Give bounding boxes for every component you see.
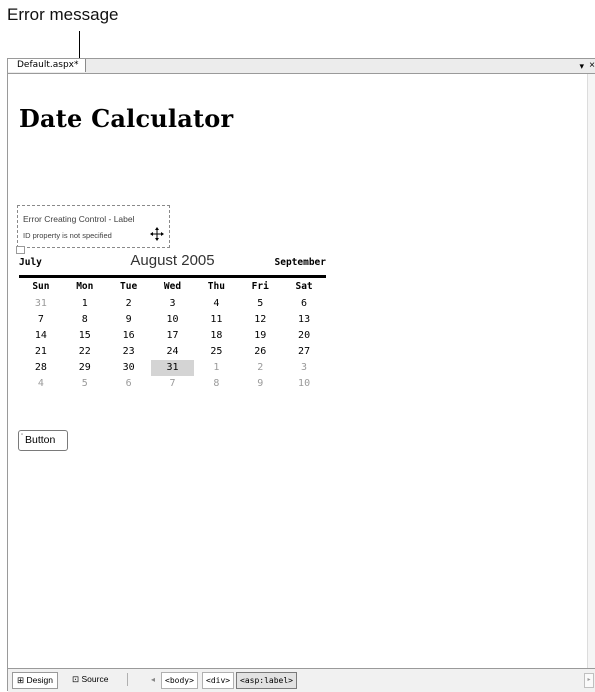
- calendar-day-cell[interactable]: 26: [238, 344, 282, 360]
- error-message-detail: ID property is not specified: [23, 231, 112, 240]
- calendar-day-names: Sun Mon Tue Wed Thu Fri Sat: [19, 278, 326, 296]
- design-surface: Date Calculator Error Creating Control -…: [9, 74, 587, 668]
- calendar-header: July August 2005 September: [19, 251, 326, 275]
- calendar-day-cell[interactable]: 15: [63, 328, 107, 344]
- button-control[interactable]: ▫ Button: [18, 430, 68, 451]
- calendar-day-cell[interactable]: 31: [150, 360, 195, 376]
- calendar-day-cell[interactable]: 31: [19, 296, 63, 312]
- calendar-day-cell[interactable]: 3: [151, 296, 195, 312]
- calendar-day-cell[interactable]: 14: [19, 328, 63, 344]
- calendar-day-name: Sun: [32, 281, 50, 292]
- breadcrumb-div[interactable]: <div>: [202, 672, 235, 689]
- calendar-day-cell[interactable]: 7: [151, 376, 195, 392]
- calendar-day-cell[interactable]: 29: [63, 360, 107, 376]
- divider: [127, 673, 128, 686]
- designer-window: Default.aspx* ▾ × Date Calculator Error …: [7, 58, 595, 692]
- calendar-day-cell[interactable]: 11: [194, 312, 238, 328]
- button-label: Button: [25, 434, 56, 446]
- calendar-day-cell[interactable]: 3: [282, 360, 326, 376]
- calendar-control[interactable]: July August 2005 September Sun Mon Tue Wed T…: [19, 251, 326, 392]
- breadcrumb-asp-label[interactable]: <asp:label>: [236, 672, 297, 689]
- calendar-day-cell[interactable]: 25: [194, 344, 238, 360]
- calendar-day-name: Sat: [295, 281, 313, 292]
- calendar-day-cell[interactable]: 13: [282, 312, 326, 328]
- tab-source[interactable]: ⊡ Source: [68, 672, 112, 687]
- calendar-next-month-link[interactable]: September: [275, 257, 326, 268]
- calendar-day-cell[interactable]: 5: [63, 376, 107, 392]
- calendar-day-cell[interactable]: 1: [63, 296, 107, 312]
- breadcrumb-body[interactable]: <body>: [161, 672, 198, 689]
- page-title: Date Calculator: [19, 104, 234, 133]
- calendar-day-cell[interactable]: 6: [282, 296, 326, 312]
- calendar-day-cell[interactable]: 20: [282, 328, 326, 344]
- calendar-day-cell[interactable]: 6: [107, 376, 151, 392]
- scroll-left-icon[interactable]: ◂: [148, 672, 158, 687]
- calendar-day-name: Tue: [120, 281, 138, 292]
- designer-status-bar: ⊞ Design ⊡ Source ◂ <body> <div> <asp:la…: [8, 668, 595, 692]
- tab-default-aspx[interactable]: Default.aspx*: [8, 59, 86, 72]
- tab-menu-icon[interactable]: ▾: [579, 60, 584, 72]
- calendar-day-cell[interactable]: 27: [282, 344, 326, 360]
- calendar-day-cell[interactable]: 30: [107, 360, 151, 376]
- tab-design[interactable]: ⊞ Design: [12, 672, 58, 689]
- calendar-day-cell[interactable]: 21: [19, 344, 63, 360]
- calendar-day-cell[interactable]: 4: [194, 296, 238, 312]
- vertical-scrollbar[interactable]: [587, 74, 595, 668]
- calendar-day-name: Thu: [207, 281, 225, 292]
- error-message-title: Error Creating Control - Label: [23, 214, 135, 224]
- calendar-day-cell[interactable]: 28: [19, 360, 63, 376]
- scroll-right-icon[interactable]: ▸: [584, 673, 594, 688]
- calendar-day-cell[interactable]: 16: [107, 328, 151, 344]
- calendar-day-cell[interactable]: 10: [282, 376, 326, 392]
- calendar-day-cell[interactable]: 8: [63, 312, 107, 328]
- calendar-day-cell[interactable]: 24: [151, 344, 195, 360]
- document-tabstrip: Default.aspx* ▾ ×: [8, 59, 595, 74]
- calendar-day-cell[interactable]: 10: [151, 312, 195, 328]
- calendar-day-cell[interactable]: 22: [63, 344, 107, 360]
- calendar-day-cell[interactable]: 8: [194, 376, 238, 392]
- calendar-day-cell[interactable]: 9: [238, 376, 282, 392]
- calendar-day-cell[interactable]: 2: [238, 360, 282, 376]
- calendar-day-cell[interactable]: 12: [238, 312, 282, 328]
- calendar-day-cell[interactable]: 19: [238, 328, 282, 344]
- calendar-day-name: Fri: [251, 281, 269, 292]
- calendar-day-cell[interactable]: 4: [19, 376, 63, 392]
- calendar-day-name: Mon: [76, 281, 94, 292]
- calendar-day-cell[interactable]: 23: [107, 344, 151, 360]
- calendar-day-cell[interactable]: 17: [151, 328, 195, 344]
- control-glyph-icon: ▫: [21, 432, 24, 438]
- calendar-day-cell[interactable]: 9: [107, 312, 151, 328]
- error-label-control[interactable]: Error Creating Control - Label ID proper…: [17, 205, 170, 248]
- calendar-day-name: Wed: [163, 281, 182, 292]
- calendar-day-cell[interactable]: 5: [238, 296, 282, 312]
- tab-design-label: Design: [26, 675, 53, 685]
- calendar-day-cell[interactable]: 7: [19, 312, 63, 328]
- move-icon[interactable]: [150, 227, 164, 241]
- close-icon[interactable]: ×: [589, 59, 595, 72]
- calendar-day-cell[interactable]: 2: [107, 296, 151, 312]
- calendar-days: 31 1 2 3 4 5 6 7 8 9 10 11 12 13 14 15 16 17 18 19 20 21 22 23 2…: [19, 296, 326, 392]
- calendar-day-cell[interactable]: 1: [194, 360, 238, 376]
- calendar-day-cell[interactable]: 18: [194, 328, 238, 344]
- callout-label: Error message: [7, 5, 119, 24]
- tab-source-label: Source: [81, 674, 109, 684]
